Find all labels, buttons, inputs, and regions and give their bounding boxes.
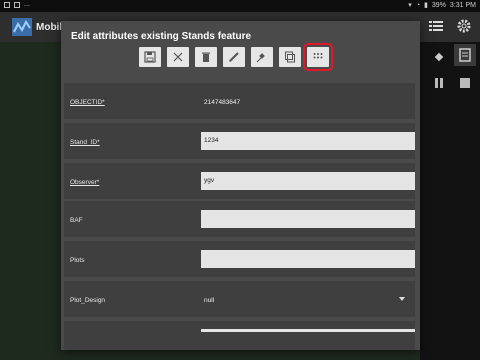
baf-input[interactable] (201, 210, 415, 228)
copy-icon (285, 51, 295, 63)
edit-geometry-button[interactable] (223, 47, 245, 67)
download-notification-icon (14, 1, 20, 8)
edit-attributes-dialog: Edit attributes existing Stands feature (61, 21, 420, 350)
field-row-observer: Observer* ygv (64, 163, 415, 199)
image-notification-icon (4, 1, 10, 8)
save-button[interactable] (139, 47, 161, 67)
field-value-objectid: 2147483647 (204, 99, 241, 106)
plots-input[interactable] (201, 250, 415, 268)
satellite-tool-button[interactable] (428, 46, 450, 68)
field-row-plots: Plots (64, 241, 415, 277)
list-icon (429, 21, 443, 31)
field-row-next (64, 321, 415, 350)
grid-icon (313, 53, 323, 59)
field-label-baf: BAF (70, 217, 83, 224)
stop-icon (460, 78, 470, 88)
settings-button[interactable] (456, 18, 472, 34)
copy-button[interactable] (279, 47, 301, 67)
status-right: ▾ ◔ ▮ 39% 3:31 PM (408, 1, 476, 10)
field-label-plot-design: Plot_Design (70, 297, 106, 304)
battery-icon: ▮ (424, 2, 428, 9)
dropdown-caret-icon (399, 297, 405, 301)
field-label-stand-id: Stand_ID* (70, 139, 100, 146)
location-icon: ▾ (408, 2, 412, 9)
stop-tool-button[interactable] (454, 72, 476, 94)
cancel-button[interactable] (167, 47, 189, 67)
clock: 3:31 PM (449, 1, 476, 9)
wifi-icon: ◔ (415, 1, 421, 9)
field-label-observer: Observer* (70, 179, 100, 186)
next-field-input[interactable] (201, 329, 415, 332)
field-row-objectid: OBJECTID* 2147483647 (64, 83, 415, 119)
stand-id-input[interactable]: 1234 (201, 132, 415, 150)
gps-capture-button[interactable] (251, 47, 273, 67)
grid-menu-button[interactable] (303, 43, 333, 71)
pause-tool-button[interactable] (428, 72, 450, 94)
form-tool-button[interactable] (454, 44, 476, 66)
app-logo-icon (12, 18, 32, 36)
save-icon (144, 51, 156, 63)
battery-percent: 39% (431, 1, 446, 9)
gear-icon (457, 19, 471, 33)
status-left: ... (4, 1, 30, 8)
dialog-title: Edit attributes existing Stands feature (71, 31, 252, 42)
more-notifications: ... (24, 1, 30, 8)
delete-icon (202, 52, 210, 62)
field-row-stand-id: Stand_ID* 1234 (64, 123, 415, 159)
delete-button[interactable] (195, 47, 217, 67)
form-icon (459, 48, 471, 62)
pause-icon (435, 78, 443, 88)
field-row-baf: BAF (64, 201, 415, 237)
dialog-toolbar (139, 43, 333, 71)
observer-input[interactable]: ygv (201, 172, 415, 190)
status-bar: ... ▾ ◔ ▮ 39% 3:31 PM (0, 0, 480, 12)
right-toolbar (420, 42, 480, 360)
field-label-plots: Plots (70, 257, 85, 264)
field-row-plot-design[interactable]: Plot_Design null (64, 281, 415, 317)
app-actions (428, 18, 472, 34)
edit-icon (229, 52, 239, 62)
field-label-objectid: OBJECTID* (70, 99, 105, 106)
satellite-icon (434, 52, 444, 62)
list-button[interactable] (428, 18, 444, 34)
gps-icon (256, 53, 265, 63)
close-icon (173, 52, 183, 62)
plot-design-select[interactable]: null (204, 297, 214, 304)
